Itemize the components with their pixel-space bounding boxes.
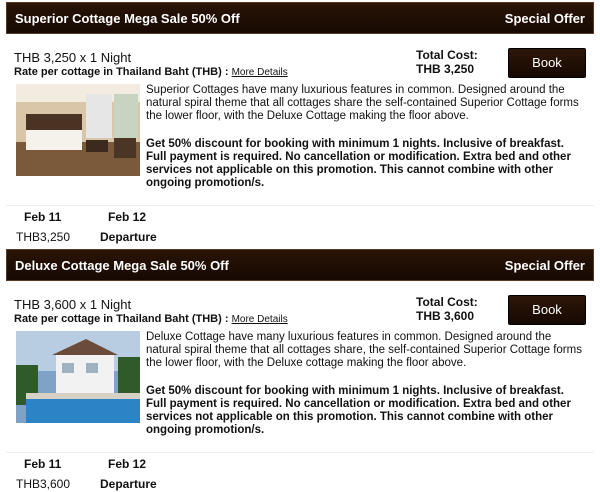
superior-cottage-photo (16, 84, 140, 176)
more-details-link[interactable]: More Details (232, 67, 288, 78)
book-button[interactable]: Book (508, 48, 586, 78)
offer-header: Deluxe Cottage Mega Sale 50% Off Special… (6, 249, 594, 281)
divider (6, 452, 594, 453)
offer-header: Superior Cottage Mega Sale 50% Off Speci… (6, 2, 594, 34)
arrival-date: Feb 11 (24, 457, 61, 471)
offer-title: Deluxe Cottage Mega Sale 50% Off (15, 258, 229, 273)
room-description: Superior Cottages have many luxurious fe… (146, 84, 579, 122)
deluxe-cottage-photo (16, 331, 140, 423)
rate-note: Rate per cottage in Thailand Baht (THB) … (14, 313, 288, 325)
departure-label: Departure (100, 477, 157, 491)
departure-date: Feb 12 (108, 457, 146, 471)
departure-date-label: Feb 12 (108, 457, 147, 471)
special-offer-badge: Special Offer (504, 258, 585, 273)
arrival-date-label: Feb 11 (24, 210, 62, 224)
promotion-terms: Get 50% discount for booking with minimu… (146, 138, 571, 189)
nightly-amount: THB3,600 (16, 477, 71, 491)
price-per-night: THB 3,250 x 1 Night (14, 50, 132, 65)
total-cost-value: THB 3,250 (416, 62, 475, 76)
bedroom-image (16, 84, 140, 176)
total-cost-label: Total Cost: (416, 295, 478, 309)
divider (6, 205, 594, 206)
total-cost-value: THB 3,600 (416, 309, 475, 323)
arrival-date: Feb 11 (24, 210, 61, 224)
total-cost-label: Total Cost: (416, 48, 478, 62)
offer-title: Superior Cottage Mega Sale 50% Off (15, 11, 240, 26)
arrival-date-label: Feb 11 (24, 457, 62, 471)
rate-note: Rate per cottage in Thailand Baht (THB) … (14, 66, 288, 78)
price-per-night: THB 3,600 x 1 Night (14, 297, 132, 312)
departure-date: Feb 12 (108, 210, 146, 224)
more-details-link[interactable]: More Details (232, 314, 288, 325)
rate-label: Rate per cottage in Thailand Baht (THB) … (14, 313, 229, 325)
rate-label: Rate per cottage in Thailand Baht (THB) … (14, 66, 229, 78)
departure-label: Departure (100, 230, 157, 244)
nightly-amount: THB3,250 (16, 230, 71, 244)
special-offer-badge: Special Offer (504, 11, 585, 26)
book-button[interactable]: Book (508, 295, 586, 325)
total-cost: Total Cost: THB 3,250 (416, 48, 478, 76)
promotion-terms: Get 50% discount for booking with minimu… (146, 385, 571, 436)
room-description: Deluxe Cottage have many luxurious featu… (146, 331, 582, 369)
departure-date-label: Feb 12 (108, 210, 147, 224)
pool-villa-image (16, 331, 140, 423)
total-cost: Total Cost: THB 3,600 (416, 295, 478, 323)
